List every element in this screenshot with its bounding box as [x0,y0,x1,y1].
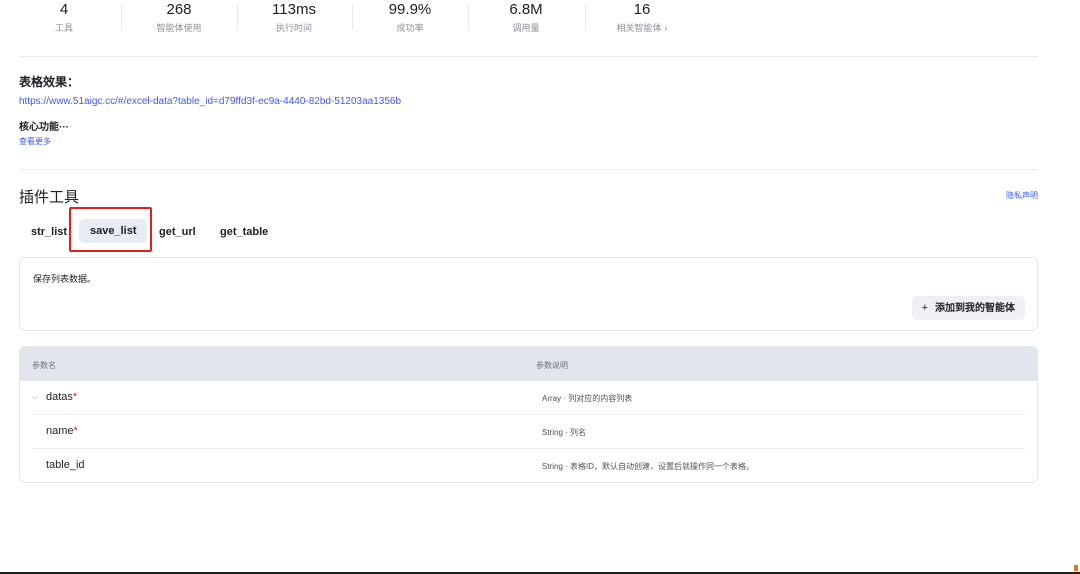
divider [19,169,1038,170]
plus-icon: + [921,302,928,314]
param-name-text: table_id [46,459,85,471]
related-bots-link[interactable]: 相关智能体 [616,23,661,33]
divider [585,4,586,30]
description-title: 表格效果： [19,75,80,89]
param-name-text: datas [46,391,73,403]
chevron-down-icon[interactable]: ⌵ [32,392,38,402]
divider [19,56,1038,57]
param-desc: String · 列名 [542,428,587,437]
table-row: name* String · 列名 [20,415,1037,449]
privacy-link[interactable]: 隐私声明 [1006,190,1038,201]
table-row: ⌵ datas* Array · 列对应的内容列表 [20,381,1037,415]
divider [352,4,353,30]
stat-bot-usage: 268 智能体使用 [134,0,224,34]
section-title: 插件工具 [19,189,80,206]
tool-card: 保存列表数据。 + 添加到我的智能体 [19,257,1038,331]
param-desc: String · 表格ID，默认自动创建，设置后就操作同一个表格。 [542,462,755,471]
stats-row: 4 工具 268 智能体使用 113ms 执行时间 99.9% 成功率 6.8M… [0,0,1080,40]
stat-label: 调用量 [512,23,540,33]
required-mark: * [73,425,78,437]
param-desc: Array · 列对应的内容列表 [542,394,633,403]
highlight-box [69,207,152,252]
stat-label: 智能体使用 [156,23,202,33]
stat-tools: 4 工具 [19,0,109,34]
table-row: table_id String · 表格ID，默认自动创建，设置后就操作同一个表… [20,449,1037,482]
add-to-bot-button[interactable]: + 添加到我的智能体 [911,296,1025,320]
param-name: name* [46,425,78,437]
params-table: 参数名 参数说明 ⌵ datas* Array · 列对应的内容列表 name*… [19,346,1038,483]
stat-success-rate: 99.9% 成功率 [365,0,455,34]
corner-mark [1074,565,1078,571]
tab-get-url[interactable]: get_url [159,220,196,244]
stat-label: 执行时间 [275,23,312,33]
tab-str-list[interactable]: str_list [31,220,67,244]
stat-label: 成功率 [396,23,424,33]
param-name-text: name [46,425,74,437]
header-param-name: 参数名 [32,361,56,370]
show-more-link[interactable]: 查看更多 [19,136,51,147]
chevron-right-icon: › [664,23,668,33]
stat-value: 6.8M [509,1,543,18]
tab-get-table[interactable]: get_table [220,220,268,244]
header-param-desc: 参数说明 [536,361,568,370]
stat-value: 16 [633,1,651,18]
stat-value: 4 [59,1,69,18]
stat-value: 99.9% [388,1,432,18]
divider [121,4,122,30]
stat-exec-time: 113ms 执行时间 [249,0,339,34]
divider [237,4,238,30]
stat-call-volume: 6.8M 调用量 [481,0,571,34]
stat-label: 工具 [54,23,73,33]
stat-related-bots[interactable]: 16 相关智能体 › [597,0,687,34]
param-name: datas* [46,391,77,403]
tool-description: 保存列表数据。 [33,274,97,284]
description-core: 核心功能··· [19,122,69,133]
required-mark: * [72,391,78,403]
param-name: table_id [46,459,85,471]
stat-value: 113ms [272,1,316,18]
stat-label[interactable]: 相关智能体 › [597,22,687,34]
divider [468,4,469,30]
add-to-bot-label: 添加到我的智能体 [935,303,1015,314]
description-link[interactable]: https://www.51aigc.cc/#/excel-data?table… [19,96,401,107]
stat-value: 268 [166,1,192,18]
table-header: 参数名 参数说明 [20,347,1037,381]
